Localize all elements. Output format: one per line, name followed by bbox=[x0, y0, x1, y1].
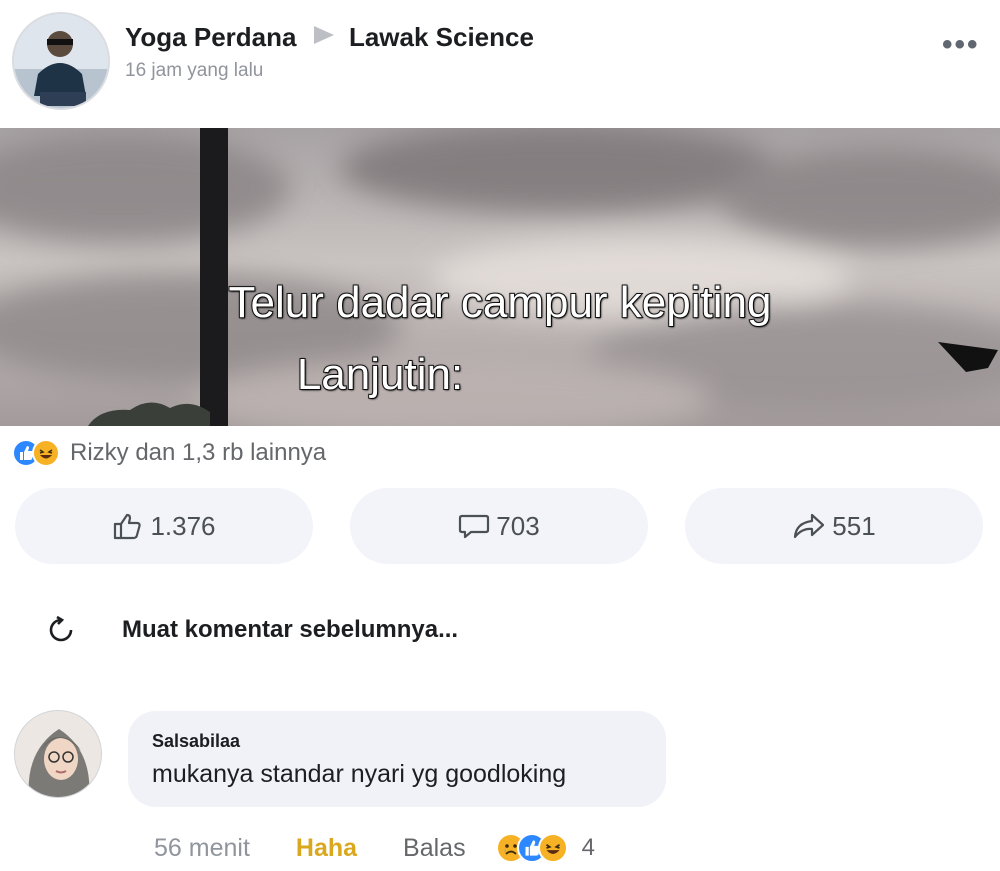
post-timestamp[interactable]: 16 jam yang lalu bbox=[125, 60, 263, 82]
share-button[interactable]: 551 bbox=[685, 488, 983, 564]
share-arrow-icon bbox=[792, 511, 826, 541]
share-count: 551 bbox=[832, 510, 876, 541]
more-options-icon[interactable]: ••• bbox=[942, 28, 980, 62]
load-previous-comments[interactable]: Muat komentar sebelumnya... bbox=[46, 615, 458, 645]
like-count: 1.376 bbox=[150, 510, 216, 541]
post-author-line: Yoga Perdana Lawak Science bbox=[125, 22, 534, 53]
like-button[interactable]: 1.376 bbox=[15, 488, 313, 564]
comment-time[interactable]: 56 menit bbox=[154, 834, 250, 863]
thumbs-up-icon bbox=[112, 511, 144, 541]
comment-reply-button[interactable]: Balas bbox=[403, 834, 466, 863]
comment-meta: 56 menit Haha Balas 4 bbox=[154, 830, 595, 866]
arrow-right-icon bbox=[313, 26, 334, 44]
comment-reactions[interactable]: 4 bbox=[495, 833, 595, 863]
post-image[interactable]: Telur dadar campur kepiting Lanjutin: bbox=[0, 128, 1000, 426]
comment-author[interactable]: Salsabilaa bbox=[152, 731, 642, 752]
comment-haha-button[interactable]: Haha bbox=[296, 834, 357, 863]
image-caption-line-1: Telur dadar campur kepiting bbox=[228, 277, 773, 328]
commenter-avatar[interactable] bbox=[14, 710, 102, 798]
haha-reaction-icon bbox=[32, 439, 60, 467]
haha-reaction-icon bbox=[537, 833, 568, 863]
group-name[interactable]: Lawak Science bbox=[349, 22, 534, 52]
reactions-summary[interactable]: Rizky dan 1,3 rb lainnya bbox=[12, 436, 326, 470]
author-name[interactable]: Yoga Perdana bbox=[125, 22, 296, 52]
reactions-summary-text: Rizky dan 1,3 rb lainnya bbox=[70, 439, 327, 466]
load-previous-comments-label: Muat komentar sebelumnya... bbox=[122, 616, 459, 643]
image-caption-line-2: Lanjutin: bbox=[296, 349, 464, 400]
author-avatar[interactable] bbox=[12, 12, 110, 110]
comment-button[interactable]: 703 bbox=[350, 488, 648, 564]
comment-bubble[interactable]: Salsabilaa mukanya standar nyari yg good… bbox=[128, 711, 666, 807]
comment-count: 703 bbox=[496, 510, 540, 541]
refresh-icon bbox=[46, 615, 76, 645]
comment-reaction-count: 4 bbox=[581, 834, 595, 861]
post-header: Yoga Perdana Lawak Science 16 jam yang l… bbox=[0, 0, 1000, 128]
comment-bubble-icon bbox=[458, 511, 490, 541]
comment-text: mukanya standar nyari yg goodloking bbox=[152, 760, 567, 788]
